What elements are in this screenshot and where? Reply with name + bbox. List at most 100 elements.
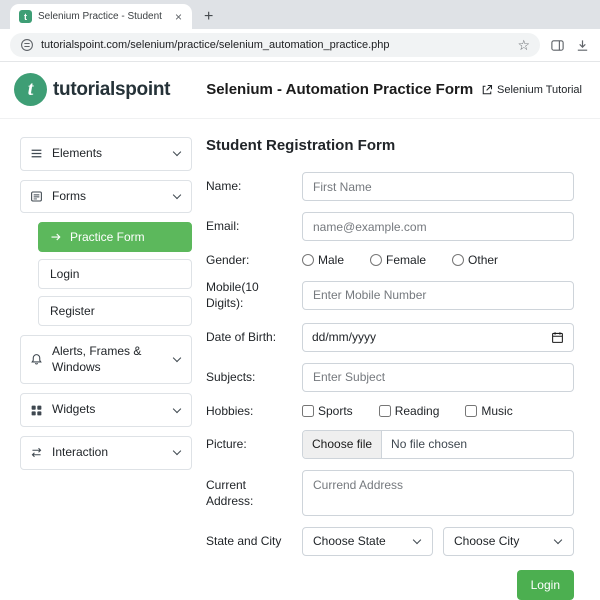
state-select[interactable]: Choose State [302,526,433,556]
omnibox[interactable]: tutorialspoint.com/selenium/practice/sel… [10,33,540,57]
url-text: tutorialspoint.com/selenium/practice/sel… [41,39,390,51]
tutorialspoint-logo-icon[interactable]: t [14,73,47,106]
sidebar-item-elements[interactable]: Elements [20,137,192,171]
gender-radio-other[interactable] [452,254,465,267]
chevron-down-icon [172,354,182,363]
picture-file-input[interactable]: Choose file No file chosen [302,429,574,459]
site-settings-icon[interactable] [20,38,34,52]
chevron-down-icon [172,404,182,413]
mobile-label: Mobile(10 Digits): [206,280,259,311]
gender-radio-male[interactable] [302,254,314,267]
side-panel-icon[interactable] [550,38,565,53]
sidebar: Elements Forms Practice Form Login Regis… [20,137,192,600]
gender-row: Gender: Male Female Other [206,252,574,268]
selenium-tutorial-link[interactable]: Selenium Tutorial [481,84,582,96]
state-city-row: State and City Choose State Choose City [206,526,574,556]
file-status-text: No file chosen [391,437,468,452]
bookmark-star-icon[interactable]: ☆ [517,38,530,52]
gender-other-label: Other [468,253,499,268]
register-item-label: Register [50,304,95,319]
hobby-option-reading[interactable]: Reading [378,404,439,418]
sidebar-item-label: Alerts, Frames & Windows [52,344,142,374]
tab-close-icon[interactable]: × [174,10,183,24]
picture-row: Picture: Choose file No file chosen [206,429,574,459]
selenium-tutorial-label: Selenium Tutorial [497,83,582,96]
gender-radio-female[interactable] [370,254,383,267]
new-tab-button[interactable]: + [204,9,213,25]
hobby-music-label: Music [481,403,513,418]
picture-label: Picture: [206,437,247,452]
subjects-input[interactable] [302,362,574,392]
form-title: Student Registration Form [206,137,396,154]
bell-icon [30,353,43,366]
address-textarea[interactable] [302,469,574,516]
swap-arrows-icon [30,446,43,459]
hobby-checkbox-music[interactable] [465,404,478,417]
hobby-checkbox-reading[interactable] [378,404,391,417]
mobile-input[interactable] [302,280,574,310]
sidebar-item-login[interactable]: Login [38,259,192,290]
sidebar-item-alerts-frames-windows[interactable]: Alerts, Frames & Windows [20,335,192,385]
dob-input[interactable]: dd/mm/yyyy [302,322,574,352]
forms-list-icon [30,190,43,203]
sidebar-item-interaction[interactable]: Interaction [20,435,192,470]
practice-form-label: Practice Form [70,230,145,245]
tab-title: Selenium Practice - Student [38,11,162,22]
choose-file-button[interactable]: Choose file [303,430,383,458]
submit-row: Login [206,569,574,600]
subjects-label: Subjects: [206,369,256,384]
brand-name[interactable]: tutorialspoint [53,79,170,101]
sidebar-item-practice-form[interactable]: Practice Form [38,222,192,253]
logo-letter: t [27,78,34,100]
dob-label: Date of Birth: [206,329,277,344]
gender-option-female[interactable]: Female [370,253,426,267]
city-select[interactable]: Choose City [443,526,574,556]
browser-url-bar: tutorialspoint.com/selenium/practice/sel… [0,29,600,62]
state-select-value: Choose State [313,534,386,549]
arrow-right-icon [50,231,62,243]
page-content: Elements Forms Practice Form Login Regis… [0,119,600,600]
registration-form: Student Registration Form Name: Email: G… [206,137,574,600]
grid-icon [30,404,43,417]
chevron-down-icon [172,447,182,456]
address-label: Current Address: [206,477,254,508]
sidebar-item-forms[interactable]: Forms [20,179,192,214]
browser-tab[interactable]: t Selenium Practice - Student × [10,4,192,29]
email-field[interactable] [302,212,574,241]
hobby-option-music[interactable]: Music [465,403,513,418]
page-header: t tutorialspoint Selenium - Automation P… [0,62,600,119]
hobbies-row: Hobbies: Sports Reading Music [206,403,574,419]
gender-female-label: Female [386,253,427,268]
hobbies-label: Hobbies: [206,403,254,418]
name-row: Name: [206,172,574,201]
hamburger-icon [30,147,43,160]
name-input[interactable] [302,172,574,201]
gender-option-male[interactable]: Male [302,253,344,267]
chevron-down-icon [172,190,182,200]
gender-option-other[interactable]: Other [452,253,498,267]
dob-value: dd/mm/yyyy [312,330,377,345]
hobby-checkbox-sports[interactable] [302,404,314,417]
downloads-icon[interactable] [575,38,590,53]
name-label: Name: [206,179,242,194]
city-select-value: Choose City [454,534,520,549]
site-favicon-icon: t [19,10,32,23]
hobby-option-sports[interactable]: Sports [302,404,353,418]
sidebar-item-register[interactable]: Register [38,296,192,327]
chevron-down-icon [553,535,563,544]
login-item-label: Login [50,267,80,282]
chevron-down-icon [412,535,422,544]
login-button[interactable]: Login [516,569,574,600]
forms-submenu: Practice Form Login Register [38,222,192,327]
address-row: Current Address: [206,469,574,516]
mobile-row: Mobile(10 Digits): [206,279,574,311]
hobby-sports-label: Sports [318,403,353,418]
gender-male-label: Male [318,253,345,268]
browser-tab-strip: t Selenium Practice - Student × + [0,0,600,29]
email-label: Email: [206,219,240,234]
sidebar-item-label: Forms [52,188,86,203]
external-link-icon [481,84,493,96]
calendar-icon[interactable] [551,331,564,344]
sidebar-item-widgets[interactable]: Widgets [20,393,192,427]
page-title: Selenium - Automation Practice Form [206,81,474,98]
